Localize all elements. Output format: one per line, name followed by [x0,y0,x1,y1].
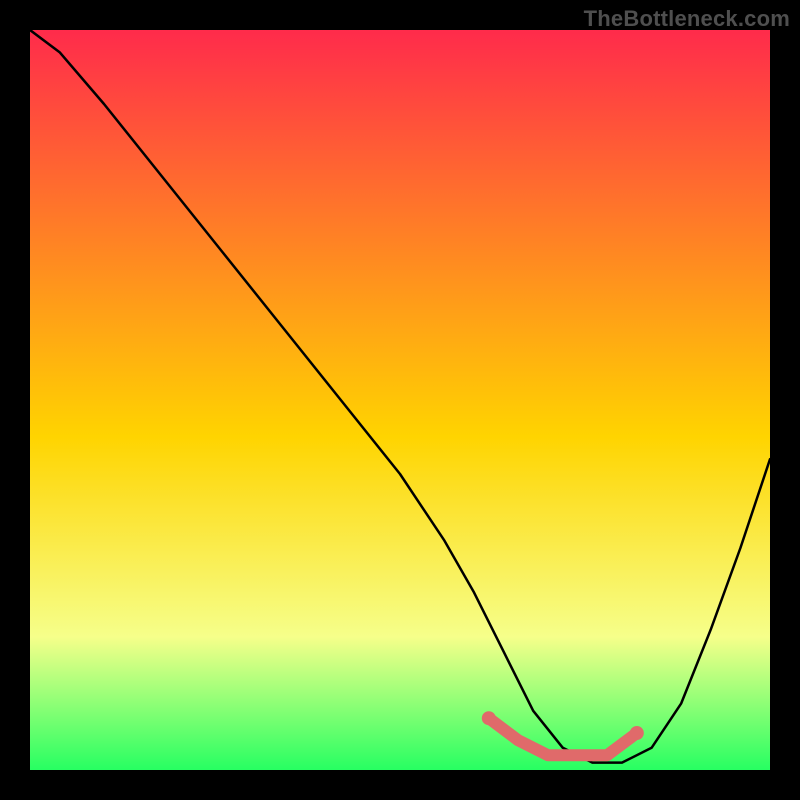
watermark-text: TheBottleneck.com [584,6,790,32]
plot-area [30,30,770,770]
plot-svg [30,30,770,770]
chart-stage: TheBottleneck.com [0,0,800,800]
highlight-end-dot [630,726,644,740]
gradient-bg [30,30,770,770]
highlight-start-dot [482,711,496,725]
